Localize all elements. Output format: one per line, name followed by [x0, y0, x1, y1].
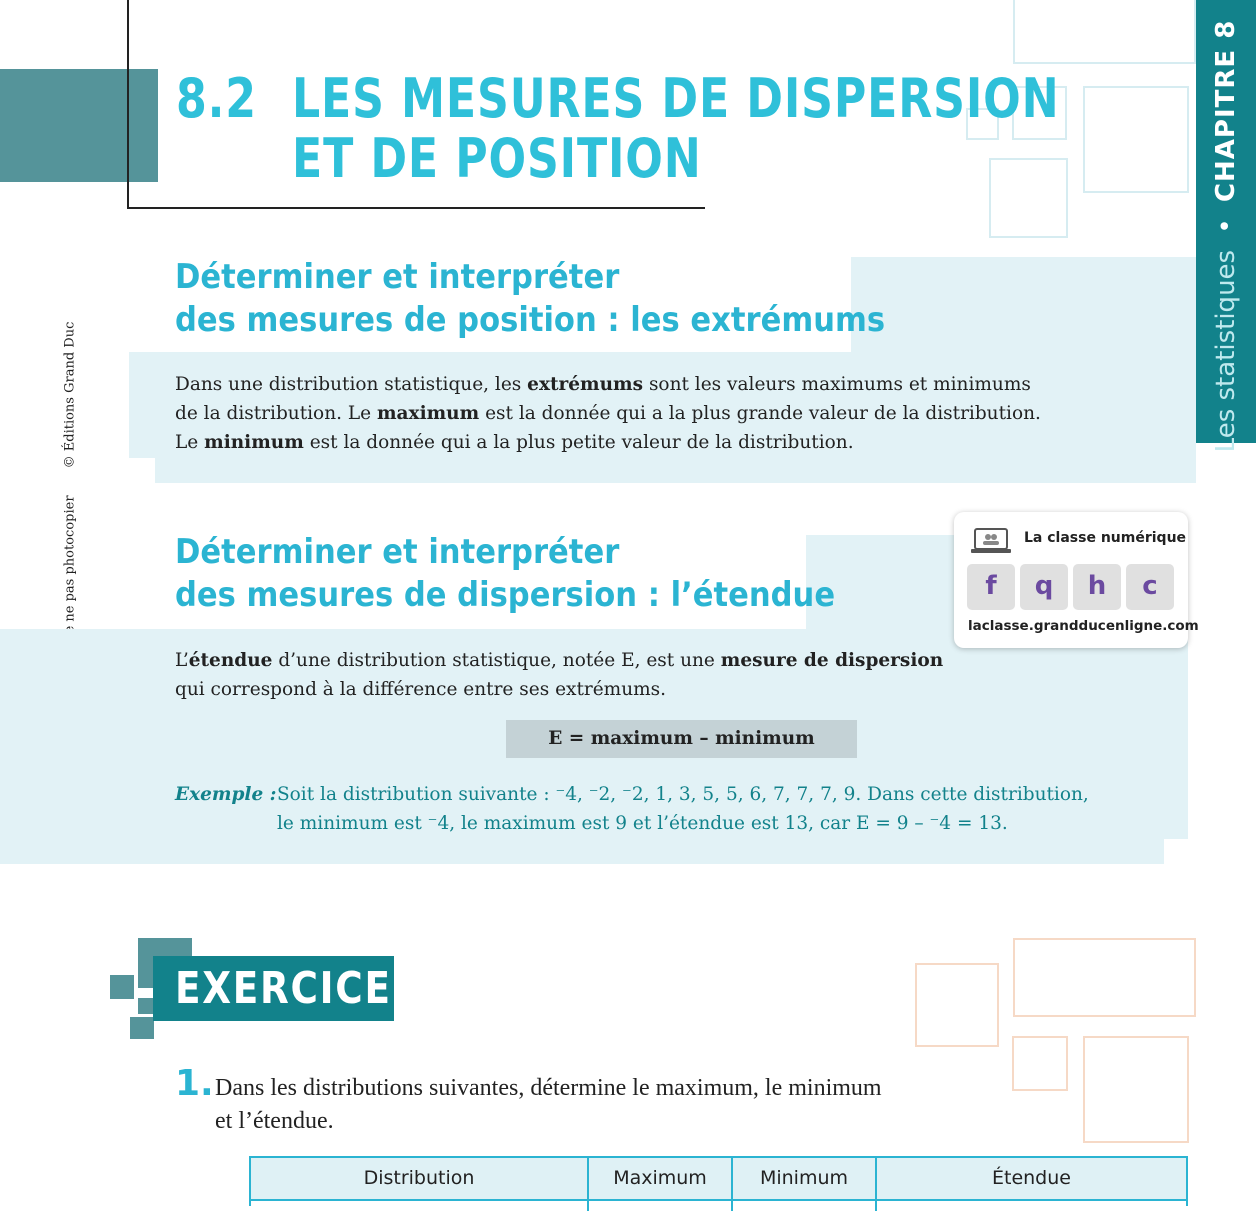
- section2-paragraph-line1: L’étendue d’une distribution statistique…: [175, 650, 944, 671]
- resource-button-f[interactable]: f: [967, 564, 1015, 610]
- section-number: 8.2: [176, 67, 257, 130]
- section1-heading-line2: des mesures de position : les extrémums: [175, 300, 886, 340]
- numeric-card-url[interactable]: laclasse.grandducenligne.com: [968, 618, 1199, 634]
- exercises-title: EXERCICES: [175, 963, 421, 1014]
- section1-paragraph-line3: Le minimum est la donnée qui a la plus p…: [175, 432, 854, 453]
- section1-band-bottom: [155, 457, 1196, 483]
- resource-button-c[interactable]: c: [1126, 564, 1174, 610]
- decor-square: [1083, 86, 1189, 193]
- chapter-number: CHAPITRE 8: [1211, 19, 1241, 203]
- chapter-tab-text: Les statistiques • CHAPITRE 8: [1211, 20, 1241, 453]
- copyright-text: © Éditions Grand Duc: [62, 321, 78, 469]
- table-column-divider: [875, 1201, 877, 1211]
- decor-square: [1013, 0, 1196, 64]
- numeric-card-title: La classe numérique: [1024, 530, 1187, 546]
- exercise-table: Distribution Maximum Minimum Étendue: [249, 1156, 1188, 1211]
- title-vertical-rule: [127, 0, 129, 208]
- chapter-separator: •: [1211, 218, 1241, 234]
- table-header-row: Distribution Maximum Minimum Étendue: [251, 1158, 1186, 1201]
- resource-button-h[interactable]: h: [1073, 564, 1121, 610]
- table-header-minimum: Minimum: [733, 1158, 877, 1199]
- laptop-icon: [970, 527, 1012, 559]
- decor-square: [130, 1017, 154, 1039]
- page-title-line2: ET DE POSITION: [292, 127, 702, 190]
- question-number: 1.: [175, 1063, 214, 1104]
- formula-box: E = maximum – minimum: [506, 720, 857, 758]
- example-line2: le minimum est ⁻4, le maximum est 9 et l…: [277, 813, 1008, 834]
- decor-square: [989, 158, 1068, 238]
- numeric-class-card: La classe numérique f q h c laclasse.gra…: [954, 512, 1199, 648]
- decor-square: [110, 975, 134, 999]
- section1-band-top: [851, 257, 1196, 353]
- decor-square: [138, 998, 154, 1014]
- title-accent-block: [0, 69, 158, 182]
- section1-heading-line1: Déterminer et interpréter: [175, 257, 620, 297]
- section2-paragraph-line2: qui correspond à la différence entre ses…: [175, 679, 667, 700]
- question-text-line1: Dans les distributions suivantes, déterm…: [215, 1075, 882, 1101]
- exercises-title-box: EXERCICES: [153, 956, 419, 1021]
- chapter-topic: Les statistiques: [1211, 249, 1241, 453]
- example-line1: Soit la distribution suivante : ⁻4, ⁻2, …: [277, 784, 1089, 805]
- section2-heading-line2: des mesures de dispersion : l’étendue: [175, 575, 836, 615]
- decor-square: [1083, 1036, 1189, 1143]
- table-header-distribution: Distribution: [251, 1158, 589, 1199]
- decor-square: [915, 963, 999, 1047]
- section1-paragraph-line2: de la distribution. Le maximum est la do…: [175, 403, 1041, 424]
- resource-button-q[interactable]: q: [1020, 564, 1068, 610]
- table-column-divider: [731, 1201, 733, 1211]
- chapter-tab: Les statistiques • CHAPITRE 8: [1196, 0, 1256, 452]
- decor-square: [1012, 1036, 1068, 1091]
- table-header-etendue: Étendue: [992, 1167, 1071, 1189]
- table-column-divider: [587, 1201, 589, 1211]
- section2-heading-line1: Déterminer et interpréter: [175, 532, 620, 572]
- example-label: Exemple :: [175, 784, 277, 805]
- page-title-line1: LES MESURES DE DISPERSION: [292, 67, 1060, 130]
- table-header-maximum: Maximum: [589, 1158, 733, 1199]
- title-horizontal-rule: [127, 207, 705, 209]
- question-text-line2: et l’étendue.: [215, 1108, 334, 1134]
- decor-square: [1013, 938, 1196, 1017]
- section2-band-bottom: [0, 838, 1164, 864]
- section1-paragraph-line1: Dans une distribution statistique, les e…: [175, 374, 1031, 395]
